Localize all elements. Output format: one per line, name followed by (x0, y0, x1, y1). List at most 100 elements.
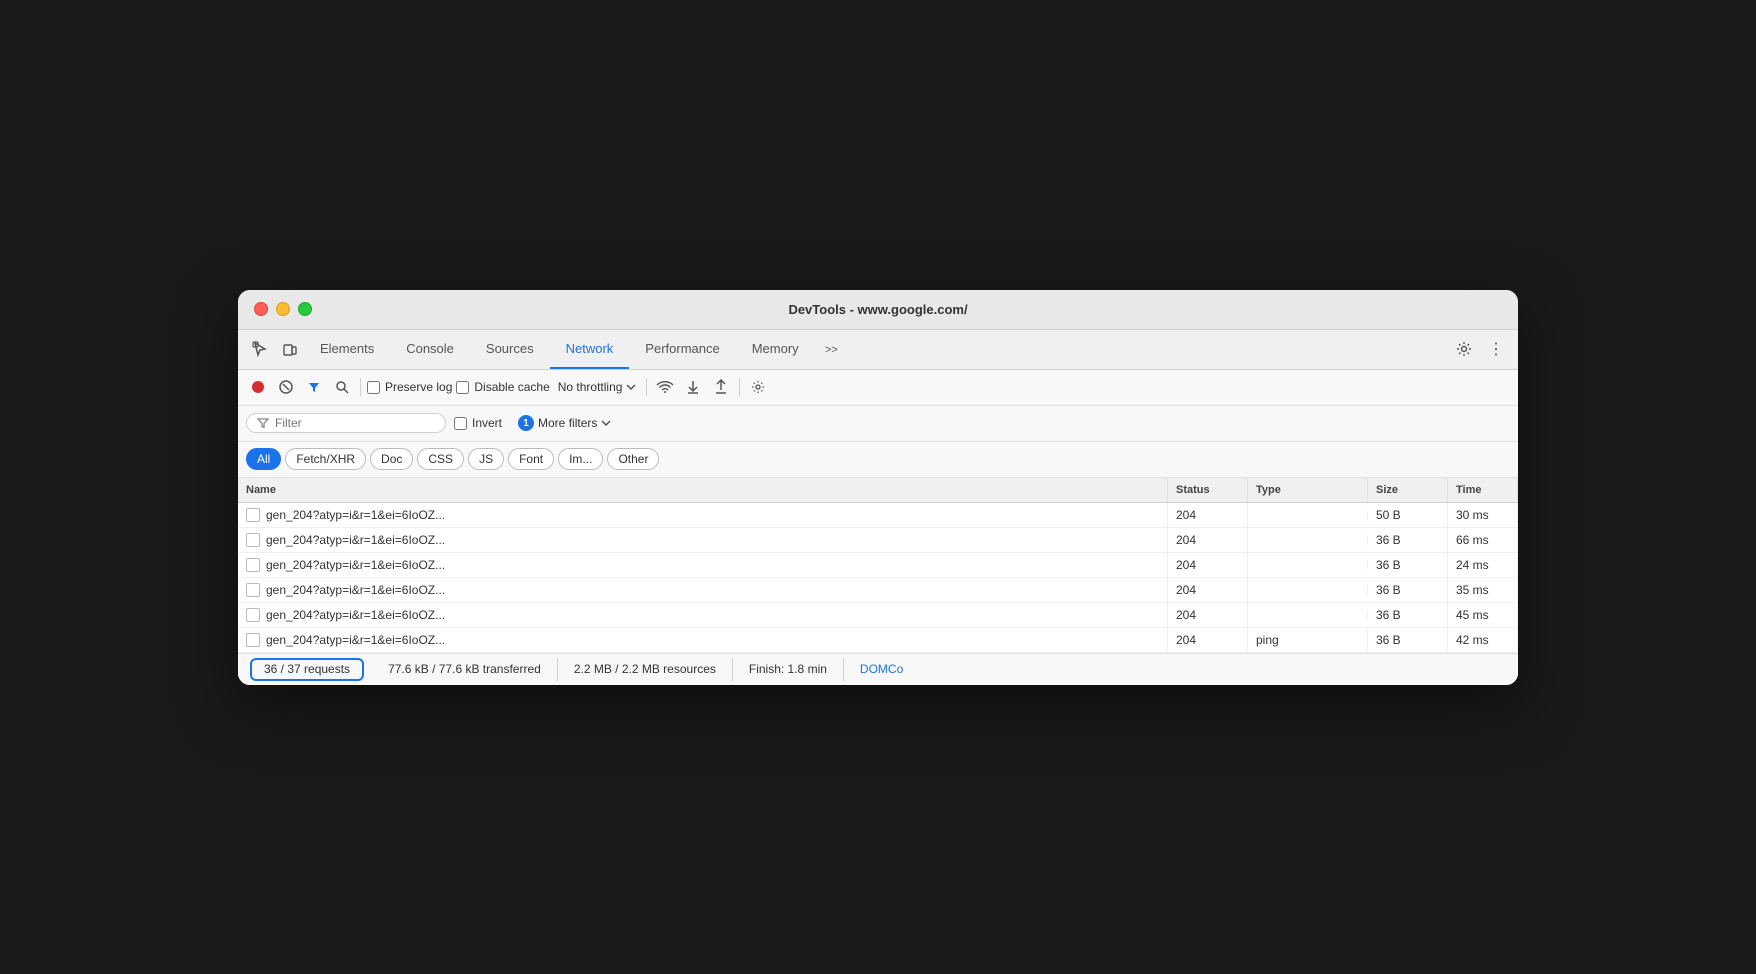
table-row[interactable]: gen_204?atyp=i&r=1&ei=6IoOZ... 204 ping … (238, 628, 1518, 653)
row-checkbox[interactable] (246, 533, 260, 547)
cursor-icon[interactable] (246, 335, 274, 363)
cell-status: 204 (1168, 628, 1248, 652)
cell-name: gen_204?atyp=i&r=1&ei=6IoOZ... (238, 528, 1168, 552)
cell-time: 45 ms (1448, 603, 1518, 627)
cell-size: 36 B (1368, 628, 1448, 652)
preserve-log-checkbox[interactable] (367, 381, 380, 394)
finish-section: Finish: 1.8 min (733, 658, 844, 681)
column-header-time: Time (1448, 478, 1518, 502)
requests-section: 36 / 37 requests (250, 658, 364, 681)
toolbar-divider (360, 378, 361, 396)
throttle-select[interactable]: No throttling (554, 378, 641, 396)
filter-input-wrap (246, 413, 446, 433)
column-header-type: Type (1248, 478, 1368, 502)
maximize-button[interactable] (298, 302, 312, 316)
row-checkbox[interactable] (246, 558, 260, 572)
row-checkbox[interactable] (246, 633, 260, 647)
cell-type (1248, 585, 1368, 595)
devtools-body: Elements Console Sources Network Perform… (238, 330, 1518, 685)
cell-name: gen_204?atyp=i&r=1&ei=6IoOZ... (238, 578, 1168, 602)
tab-memory[interactable]: Memory (736, 329, 815, 369)
toolbar-divider-3 (739, 378, 740, 396)
svg-text:>>: >> (825, 344, 838, 356)
import-button[interactable] (681, 375, 705, 399)
table-row[interactable]: gen_204?atyp=i&r=1&ei=6IoOZ... 204 36 B … (238, 578, 1518, 603)
row-checkbox[interactable] (246, 608, 260, 622)
cell-name: gen_204?atyp=i&r=1&ei=6IoOZ... (238, 503, 1168, 527)
cell-size: 36 B (1368, 528, 1448, 552)
domco-section: DOMCo (844, 658, 919, 681)
title-bar: DevTools - www.google.com/ (238, 290, 1518, 330)
resource-tab-all[interactable]: All (246, 448, 281, 470)
cell-time: 42 ms (1448, 628, 1518, 652)
tab-network[interactable]: Network (550, 329, 630, 369)
close-button[interactable] (254, 302, 268, 316)
settings-icon[interactable] (1450, 335, 1478, 363)
resource-tab-doc[interactable]: Doc (370, 448, 413, 470)
cell-name: gen_204?atyp=i&r=1&ei=6IoOZ... (238, 553, 1168, 577)
cell-name: gen_204?atyp=i&r=1&ei=6IoOZ... (238, 603, 1168, 627)
invert-checkbox[interactable] (454, 417, 467, 430)
cell-type (1248, 535, 1368, 545)
online-icon[interactable] (653, 375, 677, 399)
cell-time: 35 ms (1448, 578, 1518, 602)
transferred-section: 77.6 kB / 77.6 kB transferred (372, 658, 558, 681)
tab-bar-left (246, 335, 304, 363)
network-toolbar: Preserve log Disable cache No throttling (238, 370, 1518, 406)
more-tabs-icon[interactable]: >> (819, 335, 847, 363)
more-filters-button[interactable]: 1 More filters (510, 412, 619, 434)
tab-sources[interactable]: Sources (470, 329, 550, 369)
traffic-lights (254, 302, 312, 316)
network-settings-button[interactable] (746, 375, 770, 399)
resource-tabs: All Fetch/XHR Doc CSS JS Font Im... Othe… (238, 442, 1518, 478)
table-row[interactable]: gen_204?atyp=i&r=1&ei=6IoOZ... 204 36 B … (238, 528, 1518, 553)
resource-tab-fetch-xhr[interactable]: Fetch/XHR (285, 448, 366, 470)
cell-type (1248, 610, 1368, 620)
preserve-log-label[interactable]: Preserve log (367, 380, 452, 394)
resource-tab-img[interactable]: Im... (558, 448, 603, 470)
customize-icon[interactable]: ⋮ (1482, 335, 1510, 363)
devtools-window: DevTools - www.google.com/ (238, 290, 1518, 685)
cell-status: 204 (1168, 553, 1248, 577)
toolbar-divider-2 (646, 378, 647, 396)
disable-cache-label[interactable]: Disable cache (456, 380, 549, 394)
filter-button[interactable] (302, 375, 326, 399)
table-row[interactable]: gen_204?atyp=i&r=1&ei=6IoOZ... 204 36 B … (238, 553, 1518, 578)
resource-tab-font[interactable]: Font (508, 448, 554, 470)
device-toolbar-icon[interactable] (276, 335, 304, 363)
row-checkbox[interactable] (246, 508, 260, 522)
window-title: DevTools - www.google.com/ (788, 302, 967, 317)
status-bar: 36 / 37 requests 77.6 kB / 77.6 kB trans… (238, 653, 1518, 685)
cell-time: 24 ms (1448, 553, 1518, 577)
tab-bar-right: ⋮ (1450, 335, 1510, 363)
clear-button[interactable] (274, 375, 298, 399)
cell-time: 30 ms (1448, 503, 1518, 527)
network-table: Name Status Type Size Time gen_204?atyp=… (238, 478, 1518, 653)
disable-cache-checkbox[interactable] (456, 381, 469, 394)
table-row[interactable]: gen_204?atyp=i&r=1&ei=6IoOZ... 204 36 B … (238, 603, 1518, 628)
filter-input[interactable] (275, 416, 435, 430)
tab-console[interactable]: Console (390, 329, 470, 369)
stop-recording-button[interactable] (246, 375, 270, 399)
table-row[interactable]: gen_204?atyp=i&r=1&ei=6IoOZ... 204 50 B … (238, 503, 1518, 528)
search-button[interactable] (330, 375, 354, 399)
cell-status: 204 (1168, 528, 1248, 552)
resources-section: 2.2 MB / 2.2 MB resources (558, 658, 733, 681)
filter-bar: Invert 1 More filters (238, 406, 1518, 442)
column-header-status: Status (1168, 478, 1248, 502)
cell-type (1248, 510, 1368, 520)
resource-tab-other[interactable]: Other (607, 448, 659, 470)
resource-tab-css[interactable]: CSS (417, 448, 464, 470)
minimize-button[interactable] (276, 302, 290, 316)
export-button[interactable] (709, 375, 733, 399)
row-checkbox[interactable] (246, 583, 260, 597)
resource-tab-js[interactable]: JS (468, 448, 504, 470)
tab-performance[interactable]: Performance (629, 329, 735, 369)
cell-type (1248, 560, 1368, 570)
tab-items: Elements Console Sources Network Perform… (304, 329, 1450, 369)
invert-label[interactable]: Invert (454, 416, 502, 430)
tab-elements[interactable]: Elements (304, 329, 390, 369)
cell-size: 36 B (1368, 553, 1448, 577)
cell-status: 204 (1168, 503, 1248, 527)
cell-status: 204 (1168, 578, 1248, 602)
